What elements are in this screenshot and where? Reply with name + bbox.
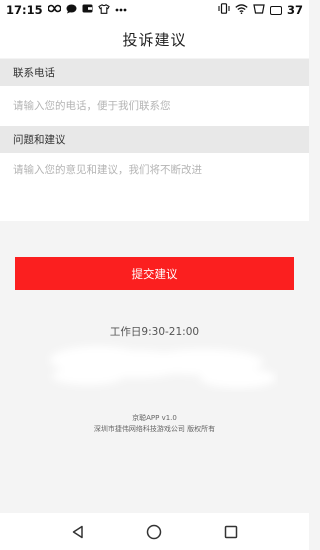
phone-section-label: 联系电话: [13, 67, 55, 79]
issue-section-header: 问题和建议: [0, 126, 309, 153]
phone-section-header: 联系电话: [0, 59, 309, 86]
phone-input[interactable]: [0, 86, 309, 126]
battery-icon: [269, 5, 282, 15]
wallet-icon: [82, 4, 93, 16]
status-time: 17:15: [6, 3, 43, 17]
work-hours: 工作日9:30-21:00: [109, 326, 200, 338]
copyright: 深圳市捷伟网络科技游戏公司 版权所有: [93, 425, 216, 433]
back-triangle-icon[interactable]: [68, 522, 88, 542]
home-circle-icon[interactable]: [144, 522, 164, 542]
submit-button[interactable]: 提交建议: [15, 257, 294, 290]
issue-field-container: [0, 153, 309, 221]
vibrate-icon: [218, 3, 230, 17]
status-bar-left: 17:15: [6, 3, 127, 17]
title-bar: 投诉建议: [0, 20, 309, 58]
recent-square-icon[interactable]: [221, 522, 241, 542]
infinity-icon: [47, 4, 62, 16]
redacted-contact-info: [28, 340, 278, 392]
tshirt-icon: [97, 3, 110, 17]
system-nav-bar: [0, 513, 309, 550]
suggestion-textarea[interactable]: [0, 153, 309, 221]
status-bar: 17:15 37: [0, 0, 309, 20]
page-title: 投诉建议: [122, 30, 187, 49]
phone-field-container: [0, 86, 309, 126]
wifi-icon: [235, 3, 248, 17]
app-version: 京聪APP v1.0: [132, 414, 177, 422]
battery-level: 37: [286, 3, 303, 17]
status-bar-right: 37: [218, 3, 303, 17]
chat-bubble-icon: [66, 4, 77, 17]
screen-icon: [253, 3, 265, 17]
more-dots-icon: [115, 5, 127, 15]
issue-section-label: 问题和建议: [13, 134, 66, 146]
